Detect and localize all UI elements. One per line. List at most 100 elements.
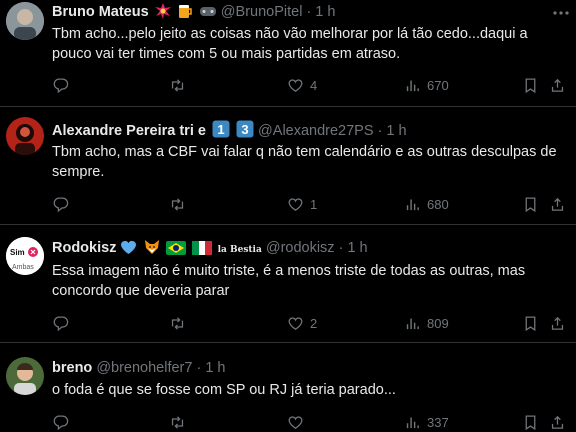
view-count: 670	[427, 77, 449, 93]
retweet-icon	[171, 415, 184, 429]
share-button[interactable]	[549, 313, 566, 333]
heart-icon	[288, 78, 303, 92]
tweet[interactable]: Sim Ambas Rodokisz la Bestia @rodokisz ·…	[0, 225, 576, 343]
tweet-text: o foda é que se fosse com SP ou RJ já te…	[52, 382, 396, 398]
bookmark-button[interactable]	[522, 412, 539, 432]
views-button[interactable]: 337	[404, 412, 449, 432]
like-button[interactable]: 4	[287, 75, 317, 95]
svg-text:1: 1	[217, 122, 224, 137]
explosion-icon	[154, 3, 171, 24]
tweet-time[interactable]: · 1 h	[306, 4, 335, 20]
tweet[interactable]: Bruno Mateus @BrunoPitel · 1 h Tbm acho.…	[0, 0, 576, 107]
bookmark-icon	[525, 77, 536, 93]
bookmark-button[interactable]	[522, 194, 539, 214]
reply-icon	[53, 414, 69, 430]
bookmark-icon	[525, 196, 536, 212]
brazil-flag-icon	[165, 241, 186, 260]
like-button[interactable]: 1	[287, 194, 317, 214]
share-icon	[551, 197, 564, 211]
heart-icon	[288, 415, 303, 429]
la-bestia-badge: la Bestia	[217, 245, 262, 255]
author-handle[interactable]: @rodokisz	[266, 240, 335, 256]
reply-button[interactable]	[52, 194, 75, 214]
keycap-3-icon: 3	[236, 120, 254, 143]
bookmark-button[interactable]	[522, 313, 539, 333]
tweet-text: Essa imagem não é muito triste, é a meno…	[52, 263, 526, 299]
tweet[interactable]: breno @brenohelfer7 · 1 h o foda é que s…	[0, 343, 576, 432]
more-icon[interactable]	[552, 4, 570, 22]
tweet-time[interactable]: · 1 h	[339, 240, 368, 256]
views-icon	[406, 417, 419, 428]
retweet-icon	[171, 197, 184, 211]
tweet-actions: 1 680	[52, 194, 568, 214]
tweet-header: breno @brenohelfer7 · 1 h	[52, 359, 226, 377]
tweet-header: Bruno Mateus @BrunoPitel · 1 h	[52, 3, 335, 24]
reply-icon	[53, 77, 69, 93]
avatar[interactable]	[6, 117, 44, 155]
views-icon	[406, 199, 419, 210]
author-handle[interactable]: @Alexandre27PS	[258, 123, 373, 139]
beer-icon	[177, 3, 193, 24]
share-button[interactable]	[549, 194, 566, 214]
reply-icon	[53, 315, 69, 331]
tweet-time[interactable]: · 1 h	[196, 360, 225, 376]
bookmark-icon	[525, 315, 536, 331]
author-name[interactable]: Rodokisz	[52, 240, 116, 256]
fox-icon	[144, 239, 160, 260]
retweet-button[interactable]	[169, 412, 192, 432]
like-button[interactable]: 2	[287, 313, 317, 333]
view-count: 337	[427, 414, 449, 430]
avatar[interactable]: Sim Ambas	[6, 237, 44, 275]
avatar[interactable]	[6, 357, 44, 395]
tweet-header: Alexandre Pereira tri e 1 3 @Alexandre27…	[52, 120, 407, 143]
retweet-icon	[171, 78, 184, 92]
blue-heart-icon	[120, 239, 137, 260]
bookmark-icon	[525, 414, 536, 430]
views-button[interactable]: 680	[404, 194, 449, 214]
reply-button[interactable]	[52, 313, 75, 333]
share-icon	[551, 316, 564, 330]
tweet-text: Tbm acho, mas a CBF vai falar q não tem …	[52, 144, 557, 180]
heart-icon	[288, 316, 303, 330]
svg-text:Ambas: Ambas	[12, 264, 34, 271]
share-button[interactable]	[549, 412, 566, 432]
like-count: 4	[310, 77, 318, 93]
author-name[interactable]: breno	[52, 360, 92, 376]
tweet-text: Tbm acho...pelo jeito as coisas não vão …	[52, 26, 528, 62]
gamepad-icon	[199, 3, 217, 24]
share-icon	[551, 415, 564, 429]
bookmark-button[interactable]	[522, 75, 539, 95]
heart-icon	[288, 197, 303, 211]
reply-icon	[53, 196, 69, 212]
svg-text:Sim: Sim	[10, 248, 25, 257]
author-handle[interactable]: @BrunoPitel	[221, 4, 303, 20]
retweet-icon	[171, 316, 184, 330]
view-count: 680	[427, 196, 449, 212]
views-button[interactable]: 670	[404, 75, 449, 95]
author-name[interactable]: Bruno Mateus	[52, 4, 149, 20]
author-name[interactable]: Alexandre Pereira tri e	[52, 123, 206, 139]
tweet-actions: 337	[52, 412, 568, 432]
tweet-header: Rodokisz la Bestia @rodokisz · 1 h	[52, 239, 368, 260]
author-handle[interactable]: @brenohelfer7	[96, 360, 192, 376]
share-button[interactable]	[549, 75, 566, 95]
svg-text:3: 3	[241, 122, 248, 137]
views-button[interactable]: 809	[404, 313, 449, 333]
tweet-actions: 2 809	[52, 313, 568, 333]
retweet-button[interactable]	[169, 75, 192, 95]
view-count: 809	[427, 315, 449, 331]
avatar[interactable]	[6, 2, 44, 40]
views-icon	[406, 80, 419, 91]
keycap-1-icon: 1	[212, 120, 230, 143]
retweet-button[interactable]	[169, 194, 192, 214]
like-button[interactable]	[287, 412, 310, 432]
share-icon	[551, 78, 564, 92]
retweet-button[interactable]	[169, 313, 192, 333]
reply-button[interactable]	[52, 412, 75, 432]
italy-flag-icon	[191, 241, 212, 260]
tweet-time[interactable]: · 1 h	[378, 123, 407, 139]
like-count: 2	[310, 315, 318, 331]
reply-button[interactable]	[52, 75, 75, 95]
tweet[interactable]: Alexandre Pereira tri e 1 3 @Alexandre27…	[0, 107, 576, 225]
like-count: 1	[310, 196, 318, 212]
